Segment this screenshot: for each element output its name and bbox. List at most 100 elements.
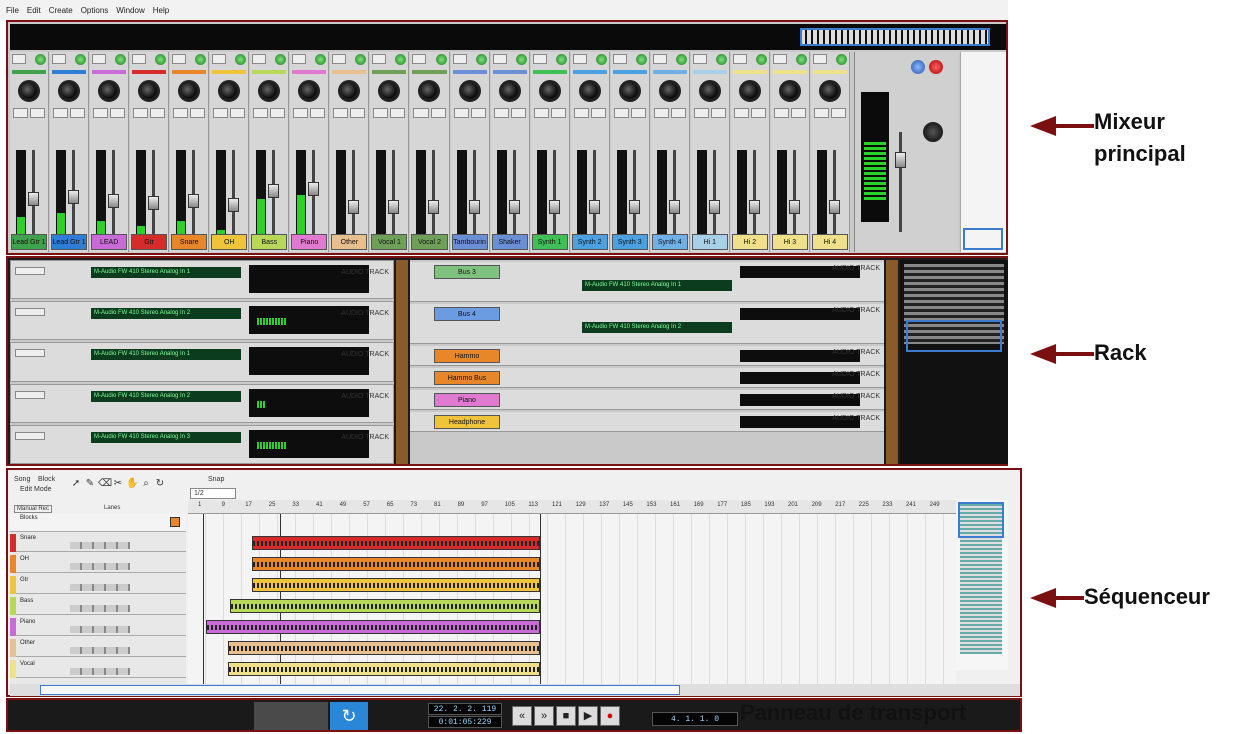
time-display[interactable]: 0:01:05:229 [428, 716, 502, 728]
play-button[interactable]: ▶ [578, 706, 598, 726]
channel-knob[interactable] [738, 80, 761, 102]
menu-item-file[interactable]: File [6, 6, 19, 15]
mix-channel-label[interactable]: Headphone [434, 415, 500, 429]
channel-power-icon[interactable] [715, 54, 727, 65]
channel-knob[interactable] [458, 80, 481, 102]
audio-track-device[interactable]: M-Audio FW 410 Stereo Analog In 3 AUDIO T… [10, 424, 394, 465]
bypass-button[interactable] [15, 308, 45, 317]
solo-button[interactable] [590, 108, 606, 118]
channel-knob[interactable] [258, 80, 281, 102]
channel-fader[interactable] [508, 200, 520, 214]
mute-button[interactable] [533, 108, 549, 118]
mix-channel-device[interactable]: Hammo Bus AUDIO TRACK [410, 368, 884, 388]
solo-button[interactable] [830, 108, 846, 118]
audio-clip[interactable] [228, 662, 540, 676]
channel-fader[interactable] [828, 200, 840, 214]
channel-name[interactable]: Piano [291, 234, 328, 250]
channel-knob[interactable] [338, 80, 361, 102]
control-room-knob[interactable] [923, 122, 943, 142]
mute-button[interactable] [573, 108, 589, 118]
click-button[interactable]: ↻ [330, 702, 368, 730]
channel-knob[interactable] [698, 80, 721, 102]
channel-power-icon[interactable] [835, 54, 847, 65]
mute-button[interactable] [773, 108, 789, 118]
channel-fader[interactable] [348, 200, 360, 214]
insert-button[interactable] [332, 54, 347, 64]
channel-name[interactable]: Bass [251, 234, 288, 250]
channel-fader[interactable] [68, 190, 80, 204]
channel-fader[interactable] [188, 194, 200, 208]
insert-button[interactable] [172, 54, 187, 64]
bypass-button[interactable] [15, 390, 45, 399]
mute-button[interactable] [613, 108, 629, 118]
mute-button[interactable] [373, 108, 389, 118]
master-insert-knob[interactable] [929, 60, 943, 74]
audio-input-display[interactable]: M-Audio FW 410 Stereo Analog In 2 [91, 390, 241, 402]
mute-button[interactable] [413, 108, 429, 118]
channel-name[interactable]: LEAD [91, 234, 128, 250]
channel-power-icon[interactable] [675, 54, 687, 65]
track-name[interactable]: Vocal [20, 661, 35, 667]
channel-name[interactable]: Synth 4 [651, 234, 688, 250]
audio-clip[interactable] [228, 641, 540, 655]
master-fx-knob[interactable] [911, 60, 925, 74]
channel-fader[interactable] [588, 200, 600, 214]
channel-name[interactable]: Tambourin [451, 234, 488, 250]
channel-name[interactable]: Hi 2 [731, 234, 768, 250]
insert-button[interactable] [52, 54, 67, 64]
track-controls[interactable] [70, 668, 130, 675]
mute-button[interactable] [13, 108, 29, 118]
channel-name[interactable]: Vocal 1 [371, 234, 408, 250]
channel-name[interactable]: OH [211, 234, 248, 250]
channel-power-icon[interactable] [35, 54, 47, 65]
rewind-button[interactable]: « [512, 706, 532, 726]
audio-clip[interactable] [252, 557, 540, 571]
channel-power-icon[interactable] [395, 54, 407, 65]
channel-name[interactable]: Vocal 2 [411, 234, 448, 250]
mute-button[interactable] [53, 108, 69, 118]
channel-power-icon[interactable] [115, 54, 127, 65]
tab-song[interactable]: Song [14, 476, 30, 483]
mix-channel-label[interactable]: Hammo [434, 349, 500, 363]
solo-button[interactable] [750, 108, 766, 118]
channel-power-icon[interactable] [635, 54, 647, 65]
channel-name[interactable]: Lead Gtr 1 [11, 234, 48, 250]
channel-knob[interactable] [98, 80, 121, 102]
channel-power-icon[interactable] [435, 54, 447, 65]
mix-channel-device[interactable]: Hammo AUDIO TRACK [410, 346, 884, 366]
track-controls[interactable] [70, 605, 130, 612]
solo-button[interactable] [190, 108, 206, 118]
bypass-button[interactable] [15, 431, 45, 440]
channel-power-icon[interactable] [515, 54, 527, 65]
rack-navigator-viewport[interactable] [906, 320, 1002, 352]
audio-input-display[interactable]: M-Audio FW 410 Stereo Analog In 1 [91, 267, 241, 278]
insert-button[interactable] [132, 54, 147, 64]
mute-button[interactable] [173, 108, 189, 118]
audio-input-display[interactable]: M-Audio FW 410 Stereo Analog In 1 [91, 349, 241, 361]
sequencer-navigator-viewport[interactable] [958, 502, 1004, 538]
channel-knob[interactable] [658, 80, 681, 102]
insert-button[interactable] [372, 54, 387, 64]
channel-knob[interactable] [218, 80, 241, 102]
loop-tool-icon[interactable]: ↻ [154, 478, 166, 490]
track-row[interactable]: Gtr [10, 576, 186, 594]
channel-name[interactable]: Synth 1 [531, 234, 568, 250]
channel-knob[interactable] [298, 80, 321, 102]
mix-channel-device[interactable]: Piano AUDIO TRACK [410, 390, 884, 410]
select-tool-icon[interactable]: ➚ [70, 478, 82, 490]
mute-button[interactable] [293, 108, 309, 118]
audio-track-device[interactable]: M-Audio FW 410 Stereo Analog In 1 AUDIO T… [10, 260, 394, 300]
snap-select[interactable]: 1/2 [190, 488, 236, 499]
insert-button[interactable] [532, 54, 547, 64]
channel-fader[interactable] [28, 192, 39, 206]
solo-button[interactable] [550, 108, 566, 118]
channel-fader[interactable] [388, 200, 400, 214]
channel-power-icon[interactable] [275, 54, 287, 65]
channel-knob[interactable] [498, 80, 521, 102]
solo-button[interactable] [790, 108, 806, 118]
channel-fader[interactable] [668, 200, 680, 214]
solo-button[interactable] [110, 108, 126, 118]
solo-button[interactable] [670, 108, 686, 118]
channel-name[interactable]: Synth 2 [571, 234, 608, 250]
channel-knob[interactable] [618, 80, 641, 102]
